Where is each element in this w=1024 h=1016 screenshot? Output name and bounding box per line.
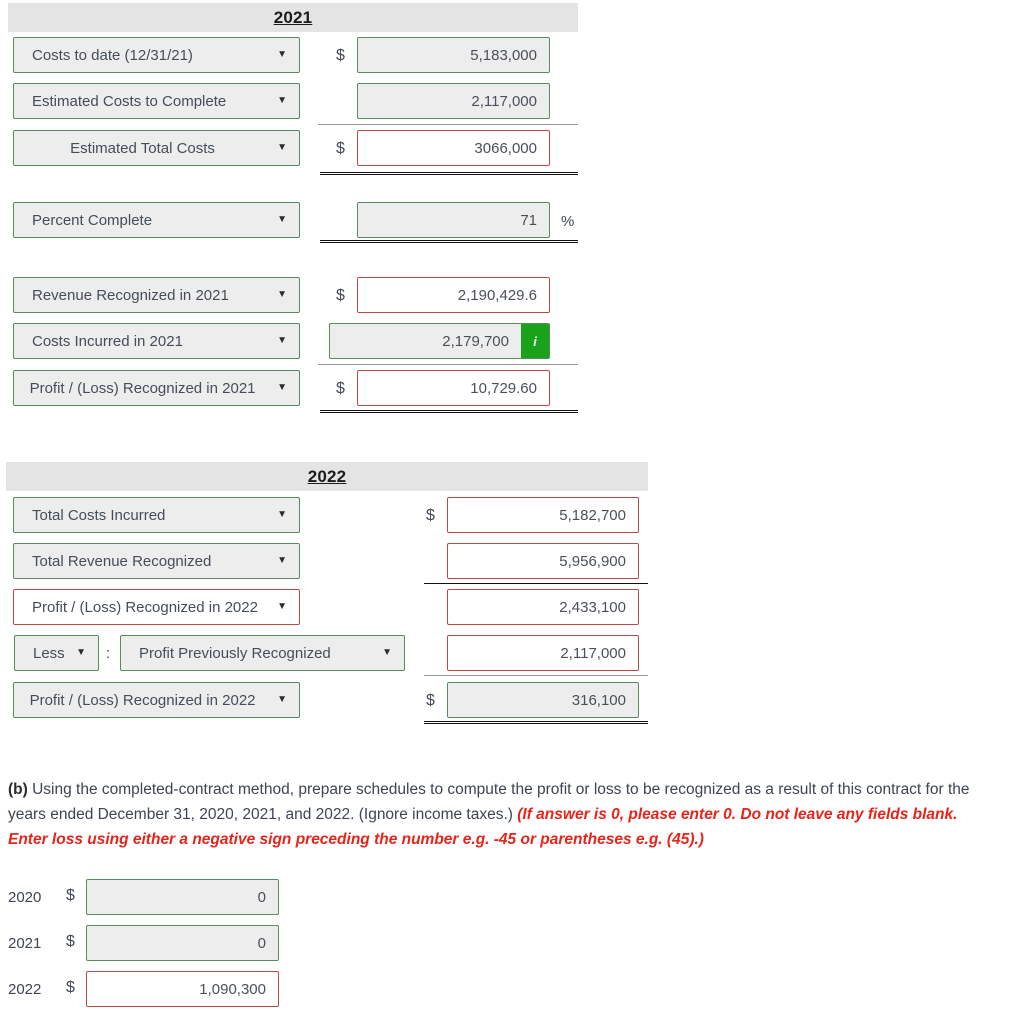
select-estimated-total-costs-label: Estimated Total Costs [70,139,215,157]
select-percent-complete[interactable]: Percent Complete ▼ [13,202,300,238]
chevron-down-icon: ▼ [277,142,287,153]
input-profit-recognized-2021[interactable]: 10,729.60 [357,370,550,406]
subtotal-rule-2021-costs [318,124,578,125]
subtotal-rule-2022-b [424,675,648,676]
input-profit-recognized-2022-total[interactable]: 316,100 [447,682,639,718]
input-costs-incurred-2021-value: 2,179,700 [442,332,509,350]
input-estimated-costs-to-complete[interactable]: 2,117,000 [357,83,550,119]
answer-row-year-2021: 2021 [8,935,42,952]
select-estimated-costs-to-complete-label: Estimated Costs to Complete [32,92,227,110]
select-costs-incurred-2021[interactable]: Costs Incurred in 2021 ▼ [13,323,300,359]
select-profit-recognized-2021-label: Profit / (Loss) Recognized in 2021 [29,379,256,397]
input-profit-previously-recognized-value: 2,117,000 [560,644,626,662]
input-profit-recognized-2022-gross[interactable]: 2,433,100 [447,589,639,625]
select-costs-to-date[interactable]: Costs to date (12/31/21) ▼ [13,37,300,73]
dollar-sign-total-costs-incurred: $ [426,507,435,524]
chevron-down-icon: ▼ [277,509,287,520]
input-answer-2020[interactable]: 0 [86,879,279,915]
year-header-2021-label: 2021 [273,7,313,27]
input-profit-recognized-2021-value: 10,729.60 [470,379,537,397]
input-answer-2021-value: 0 [257,934,266,952]
select-costs-incurred-2021-label: Costs Incurred in 2021 [32,332,183,350]
chevron-down-icon: ▼ [277,555,287,566]
answer-row-year-2020: 2020 [8,889,42,906]
year-header-2022: 2022 [6,462,648,491]
select-profit-previously-recognized-label: Profit Previously Recognized [139,644,331,662]
subtotal-rule-2022-a [424,583,648,584]
input-percent-complete-value: 71 [520,211,537,229]
chevron-down-icon: ▼ [277,335,287,346]
chevron-down-icon: ▼ [76,647,86,658]
input-answer-2022-value: 1,090,300 [199,980,266,998]
select-costs-to-date-label: Costs to date (12/31/21) [32,46,193,64]
dollar-sign-estimated-total-costs: $ [336,140,345,157]
answer-row-year-2022: 2022 [8,981,42,998]
select-profit-previously-recognized[interactable]: Profit Previously Recognized ▼ [120,635,405,671]
input-costs-to-date-value: 5,183,000 [470,46,537,64]
dollar-sign-answer-2021: $ [66,933,75,950]
dollar-sign-profit-recognized-2022-total: $ [426,692,435,709]
input-estimated-costs-to-complete-value: 2,117,000 [471,92,537,110]
input-profit-previously-recognized[interactable]: 2,117,000 [447,635,639,671]
chevron-down-icon: ▼ [277,214,287,225]
select-revenue-recognized-2021-label: Revenue Recognized in 2021 [32,286,229,304]
select-total-costs-incurred-label: Total Costs Incurred [32,506,166,524]
input-estimated-total-costs[interactable]: 3066,000 [357,130,550,166]
chevron-down-icon: ▼ [382,647,392,658]
dollar-sign-answer-2020: $ [66,887,75,904]
total-rule-2021-costs [320,172,578,175]
less-colon: : [106,645,111,662]
chevron-down-icon: ▼ [277,601,287,612]
select-total-costs-incurred[interactable]: Total Costs Incurred ▼ [13,497,300,533]
year-header-2021: 2021 [8,3,578,32]
select-percent-complete-label: Percent Complete [32,211,153,229]
question-b-text: (b) Using the completed-contract method,… [8,777,994,852]
select-revenue-recognized-2021[interactable]: Revenue Recognized in 2021 ▼ [13,277,300,313]
dollar-sign-profit-recognized-2021: $ [336,380,345,397]
percent-sign: % [561,213,575,230]
input-total-revenue-recognized[interactable]: 5,956,900 [447,543,639,579]
info-icon[interactable]: i [521,324,549,358]
chevron-down-icon: ▼ [277,49,287,60]
chevron-down-icon: ▼ [277,382,287,393]
input-profit-recognized-2022-gross-value: 2,433,100 [559,598,626,616]
chevron-down-icon: ▼ [277,95,287,106]
input-revenue-recognized-2021[interactable]: 2,190,429.6 [357,277,550,313]
total-rule-2021-profit [320,410,578,413]
year-header-2022-label: 2022 [307,466,347,486]
input-profit-recognized-2022-total-value: 316,100 [571,691,626,709]
input-answer-2022[interactable]: 1,090,300 [86,971,279,1007]
select-less-operator[interactable]: Less ▼ [14,635,99,671]
select-estimated-total-costs[interactable]: Estimated Total Costs ▼ [13,130,300,166]
dollar-sign-revenue-recognized-2021: $ [336,287,345,304]
select-profit-recognized-2022-total[interactable]: Profit / (Loss) Recognized in 2022 ▼ [13,682,300,718]
chevron-down-icon: ▼ [277,694,287,705]
input-answer-2020-value: 0 [257,888,266,906]
input-percent-complete[interactable]: 71 [357,202,550,238]
select-profit-recognized-2021[interactable]: Profit / (Loss) Recognized in 2021 ▼ [13,370,300,406]
total-rule-percent-complete [320,240,578,243]
dollar-sign-costs-to-date: $ [336,47,345,64]
input-estimated-total-costs-value: 3066,000 [474,139,537,157]
select-total-revenue-recognized-label: Total Revenue Recognized [32,552,212,570]
input-costs-to-date[interactable]: 5,183,000 [357,37,550,73]
select-profit-recognized-2022-gross[interactable]: Profit / (Loss) Recognized in 2022 ▼ [13,589,300,625]
input-total-costs-incurred[interactable]: 5,182,700 [447,497,639,533]
input-revenue-recognized-2021-value: 2,190,429.6 [457,286,537,304]
select-less-operator-label: Less [33,644,65,662]
select-profit-recognized-2022-total-label: Profit / (Loss) Recognized in 2022 [29,691,256,709]
input-costs-incurred-2021[interactable]: 2,179,700 i [329,323,550,359]
chevron-down-icon: ▼ [277,289,287,300]
dollar-sign-answer-2022: $ [66,979,75,996]
select-total-revenue-recognized[interactable]: Total Revenue Recognized ▼ [13,543,300,579]
input-total-revenue-recognized-value: 5,956,900 [559,552,626,570]
input-total-costs-incurred-value: 5,182,700 [559,506,626,524]
total-rule-2022 [424,721,648,724]
select-estimated-costs-to-complete[interactable]: Estimated Costs to Complete ▼ [13,83,300,119]
question-b-marker: (b) [8,781,28,798]
select-profit-recognized-2022-gross-label: Profit / (Loss) Recognized in 2022 [32,598,258,616]
input-answer-2021[interactable]: 0 [86,925,279,961]
subtotal-rule-2021-profit [318,364,578,365]
